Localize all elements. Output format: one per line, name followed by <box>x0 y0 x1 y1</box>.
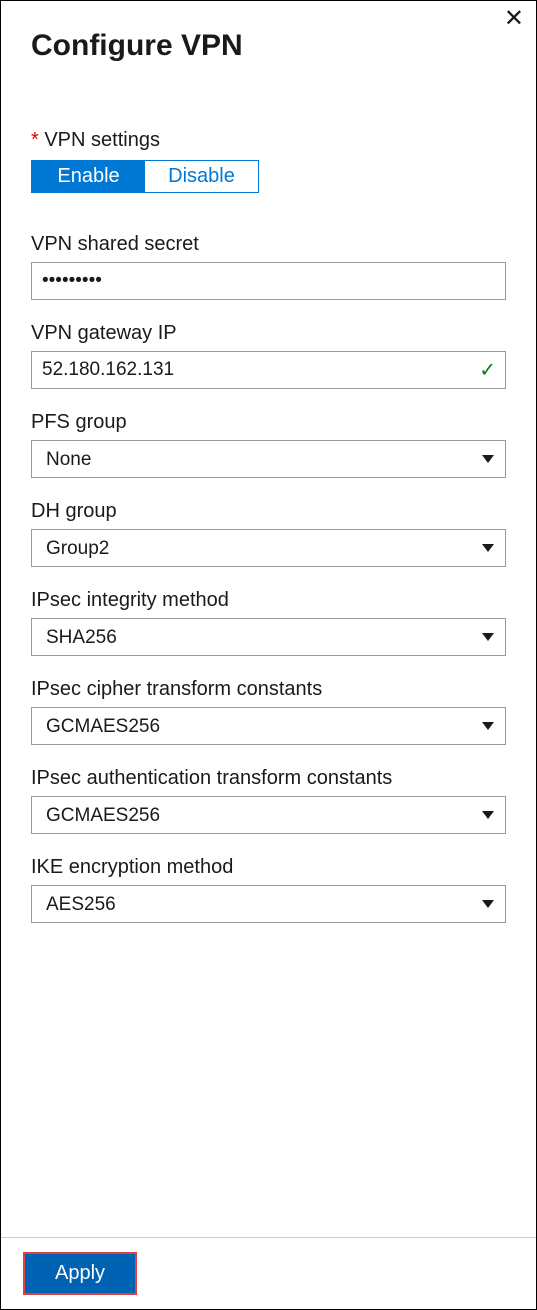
dh-group-label: DH group <box>31 500 506 523</box>
ipsec-integrity-label: IPsec integrity method <box>31 589 506 612</box>
shared-secret-input[interactable] <box>31 262 506 300</box>
shared-secret-label: VPN shared secret <box>31 233 506 256</box>
vpn-disable-button[interactable]: Disable <box>145 161 258 192</box>
pfs-group-select[interactable]: None <box>31 440 506 478</box>
gateway-ip-input[interactable] <box>31 351 506 389</box>
vpn-settings-toggle: Enable Disable <box>31 160 259 193</box>
panel-footer: Apply <box>1 1237 536 1309</box>
panel-header: Configure VPN ✕ <box>1 1 536 73</box>
panel-content: VPN settings Enable Disable VPN shared s… <box>1 73 536 1237</box>
gateway-ip-label: VPN gateway IP <box>31 322 506 345</box>
pfs-group-label: PFS group <box>31 411 506 434</box>
ike-encryption-label: IKE encryption method <box>31 856 506 879</box>
ipsec-cipher-select[interactable]: GCMAES256 <box>31 707 506 745</box>
ipsec-auth-label: IPsec authentication transform constants <box>31 767 506 790</box>
vpn-settings-label: VPN settings <box>31 129 506 152</box>
close-icon[interactable]: ✕ <box>504 7 524 31</box>
ipsec-integrity-select[interactable]: SHA256 <box>31 618 506 656</box>
ipsec-auth-select[interactable]: GCMAES256 <box>31 796 506 834</box>
dh-group-select[interactable]: Group2 <box>31 529 506 567</box>
ipsec-cipher-label: IPsec cipher transform constants <box>31 678 506 701</box>
panel-title: Configure VPN <box>31 29 506 63</box>
vpn-enable-button[interactable]: Enable <box>32 161 145 192</box>
ike-encryption-select[interactable]: AES256 <box>31 885 506 923</box>
apply-button[interactable]: Apply <box>23 1252 137 1295</box>
